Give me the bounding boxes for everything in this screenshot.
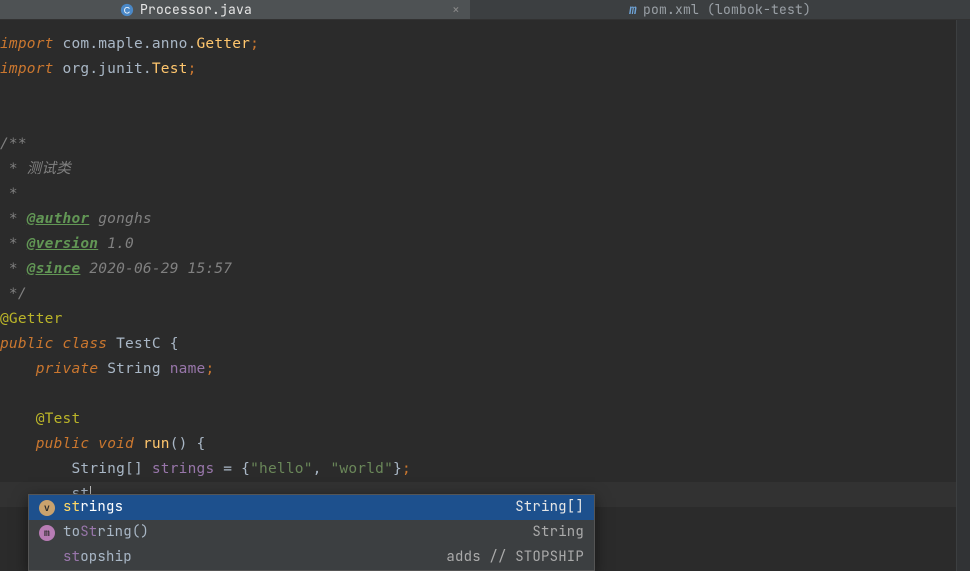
variable-icon: v xyxy=(39,500,55,516)
tab-label: Processor.java xyxy=(140,1,252,18)
autocomplete-popup: v strings String[] m toString() String s… xyxy=(28,494,595,571)
completion-type: String[] xyxy=(515,495,584,520)
close-icon[interactable]: × xyxy=(440,1,460,18)
tab-bar: C Processor.java × m pom.xml (lombok-tes… xyxy=(0,0,970,20)
scrollbar-track[interactable] xyxy=(956,20,970,571)
completion-name: stopship xyxy=(63,545,132,570)
java-class-icon: C xyxy=(120,3,134,17)
code-editor[interactable]: import com.maple.anno.Getter; import org… xyxy=(0,20,956,571)
method-icon: m xyxy=(39,525,55,541)
completion-type: String xyxy=(532,520,584,545)
completion-name: strings xyxy=(63,495,123,520)
completion-item-strings[interactable]: v strings String[] xyxy=(29,495,594,520)
template-icon xyxy=(39,550,55,566)
tab-pom-xml[interactable]: m pom.xml (lombok-test) xyxy=(470,0,970,19)
tab-processor-java[interactable]: C Processor.java × xyxy=(0,0,470,19)
maven-icon: m xyxy=(629,1,637,18)
completion-name: toString() xyxy=(63,520,149,545)
completion-item-stopship[interactable]: stopship adds // STOPSHIP xyxy=(29,545,594,570)
completion-item-tostring[interactable]: m toString() String xyxy=(29,520,594,545)
tab-label: pom.xml (lombok-test) xyxy=(643,1,811,18)
completion-type: adds // STOPSHIP xyxy=(446,545,584,570)
code-content: import com.maple.anno.Getter; import org… xyxy=(0,32,956,507)
svg-text:C: C xyxy=(124,5,131,15)
